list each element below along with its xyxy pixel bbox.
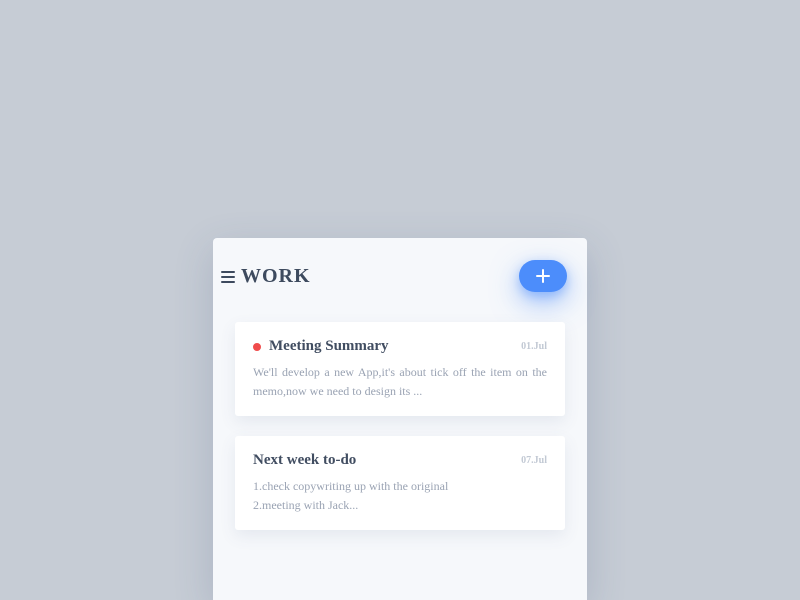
add-note-button[interactable] xyxy=(519,260,567,292)
notes-app-screen: WORK Meeting Summary 01.Jul We'll develo… xyxy=(213,238,587,600)
note-preview: 1.check copywriting up with the original… xyxy=(253,477,547,514)
notes-list: Meeting Summary 01.Jul We'll develop a n… xyxy=(213,304,587,530)
note-card[interactable]: Next week to-do 07.Jul 1.check copywriti… xyxy=(235,436,565,530)
menu-icon[interactable] xyxy=(221,271,235,283)
note-preview: We'll develop a new App,it's about tick … xyxy=(253,363,547,400)
priority-dot-icon xyxy=(253,343,261,351)
note-title-wrap: Meeting Summary xyxy=(253,338,389,355)
note-card-header: Meeting Summary 01.Jul xyxy=(253,338,547,355)
header-left: WORK xyxy=(221,265,311,288)
note-title: Next week to-do xyxy=(253,452,356,469)
plus-icon xyxy=(535,268,551,284)
note-date: 07.Jul xyxy=(521,455,547,466)
note-date: 01.Jul xyxy=(521,341,547,352)
note-title: Meeting Summary xyxy=(269,338,389,355)
page-title: WORK xyxy=(241,265,311,288)
header: WORK xyxy=(213,238,587,304)
note-card-header: Next week to-do 07.Jul xyxy=(253,452,547,469)
note-card[interactable]: Meeting Summary 01.Jul We'll develop a n… xyxy=(235,322,565,416)
note-title-wrap: Next week to-do xyxy=(253,452,356,469)
